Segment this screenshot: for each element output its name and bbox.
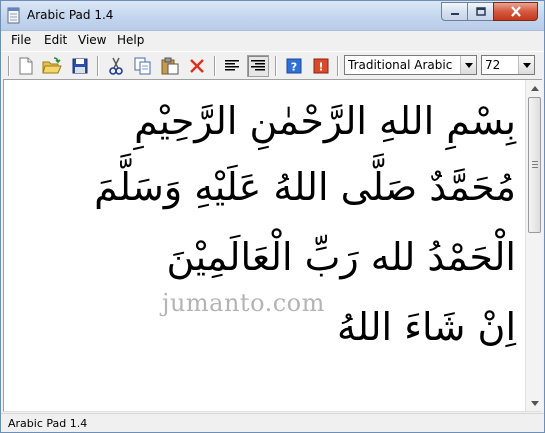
size-select-value: 72 xyxy=(485,58,501,72)
save-button[interactable] xyxy=(69,55,91,77)
chevron-down-icon xyxy=(530,400,539,406)
delete-icon xyxy=(190,59,204,73)
paste-icon xyxy=(161,57,179,75)
menu-help[interactable]: Help xyxy=(117,33,144,47)
close-icon xyxy=(510,6,521,17)
chevron-up-icon xyxy=(530,85,539,91)
copy-button[interactable] xyxy=(132,55,154,77)
toolbar-separator xyxy=(97,56,99,76)
scroll-down-button[interactable] xyxy=(527,395,542,411)
new-file-button[interactable] xyxy=(15,55,37,77)
menu-file[interactable]: File xyxy=(11,33,31,47)
toolbar-separator xyxy=(337,56,339,76)
paste-button[interactable] xyxy=(159,55,181,77)
vertical-scrollbar[interactable] xyxy=(525,80,542,411)
toolbar-separator xyxy=(214,56,216,76)
delete-button[interactable] xyxy=(186,55,208,77)
app-notepad-icon xyxy=(7,7,21,24)
toolbar-separator xyxy=(8,56,10,76)
toolbar-separator xyxy=(275,56,277,76)
open-folder-icon xyxy=(42,57,62,74)
app-window: Arabic Pad 1.4 File Edit View Help ? ! T… xyxy=(0,0,545,433)
maximize-button[interactable] xyxy=(467,2,493,21)
svg-text:!: ! xyxy=(318,61,323,74)
minimize-icon xyxy=(450,12,459,15)
editor-line[interactable]: الْحَمْدُ لله رَبِّ الْعَالَمِيْنَ xyxy=(167,238,516,276)
cut-icon xyxy=(109,57,123,75)
copy-icon xyxy=(134,57,151,75)
size-select[interactable]: 72 xyxy=(481,55,535,75)
help-button[interactable]: ? xyxy=(283,55,305,77)
editor-line[interactable]: بِسْمِ اللهِ الرَّحْمٰنِ الرَّحِيْمِ xyxy=(134,102,516,140)
new-file-icon xyxy=(19,57,33,75)
scrollbar-thumb[interactable] xyxy=(528,97,541,233)
scroll-up-button[interactable] xyxy=(527,80,542,96)
chevron-down-icon[interactable] xyxy=(518,56,534,74)
status-bar: Arabic Pad 1.4 xyxy=(1,413,544,432)
align-left-icon xyxy=(225,60,239,71)
maximize-icon xyxy=(475,6,486,16)
help-icon: ? xyxy=(286,58,302,74)
open-file-button[interactable] xyxy=(41,55,63,77)
menu-edit[interactable]: Edit xyxy=(44,33,67,47)
chevron-down-icon[interactable] xyxy=(460,56,476,74)
svg-text:?: ? xyxy=(291,61,297,74)
cut-button[interactable] xyxy=(105,55,127,77)
save-icon xyxy=(72,58,88,74)
text-editor[interactable]: بِسْمِ اللهِ الرَّحْمٰنِ الرَّحِيْمِ مُح… xyxy=(3,79,542,412)
editor-line[interactable]: اِنْ شَاءَ اللهُ xyxy=(337,308,516,346)
menu-view[interactable]: View xyxy=(78,33,106,47)
watermark-text: jumanto.com xyxy=(162,289,325,317)
editor-line[interactable]: مُحَمَّدٌ صَلَّى اللهُ عَلَيْهِ وَسَلَّم… xyxy=(94,168,516,206)
editor-text-area[interactable]: بِسْمِ اللهِ الرَّحْمٰنِ الرَّحِيْمِ مُح… xyxy=(4,80,522,411)
menu-bar: File Edit View Help xyxy=(1,31,544,50)
font-select[interactable]: Traditional Arabic xyxy=(344,55,477,75)
font-select-value: Traditional Arabic xyxy=(348,58,453,72)
align-left-button[interactable] xyxy=(221,55,243,77)
status-text: Arabic Pad 1.4 xyxy=(8,417,88,430)
title-bar[interactable]: Arabic Pad 1.4 xyxy=(1,1,544,31)
window-title: Arabic Pad 1.4 xyxy=(27,8,114,22)
align-right-button[interactable] xyxy=(247,55,269,77)
about-icon: ! xyxy=(313,58,329,74)
minimize-button[interactable] xyxy=(441,2,467,21)
about-button[interactable]: ! xyxy=(310,55,332,77)
toolbar: ? ! Traditional Arabic 72 xyxy=(1,51,544,78)
align-right-icon xyxy=(251,60,265,71)
close-button[interactable] xyxy=(493,2,538,21)
